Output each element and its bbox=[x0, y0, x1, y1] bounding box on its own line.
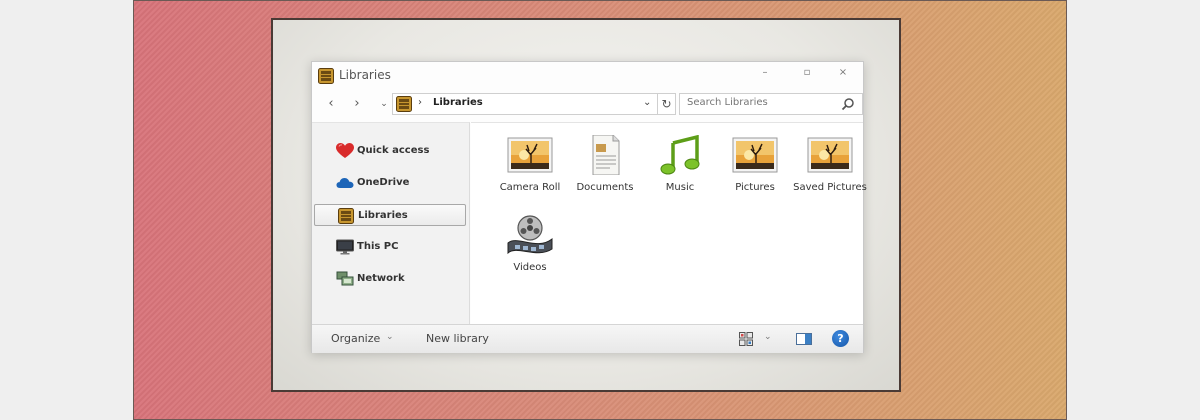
search-input[interactable] bbox=[687, 97, 837, 108]
library-icon bbox=[396, 96, 412, 112]
sidebar-item-label: This PC bbox=[357, 241, 399, 252]
file-view: Camera Roll Documents Music Pictures Sav… bbox=[471, 122, 867, 324]
sidebar-item-libraries[interactable]: Libraries bbox=[314, 204, 466, 226]
sidebar-item-quick-access[interactable]: Quick access bbox=[314, 140, 466, 162]
network-icon bbox=[336, 271, 354, 286]
chevron-down-icon[interactable]: ⌄ bbox=[386, 332, 394, 342]
library-tile-pictures[interactable]: Pictures bbox=[717, 125, 787, 195]
library-label: Camera Roll bbox=[499, 182, 561, 193]
music-note-icon bbox=[660, 135, 700, 175]
breadcrumb-libraries[interactable]: Libraries bbox=[433, 97, 483, 108]
picture-icon bbox=[732, 137, 778, 173]
new-library-button[interactable]: New library bbox=[426, 332, 489, 345]
refresh-button[interactable]: ↻ bbox=[658, 93, 676, 115]
heart-icon bbox=[336, 143, 354, 158]
library-tile-documents[interactable]: Documents bbox=[567, 125, 637, 195]
library-tile-music[interactable]: Music bbox=[642, 125, 712, 195]
film-reel-icon bbox=[507, 215, 553, 255]
library-tile-camera-roll[interactable]: Camera Roll bbox=[492, 125, 562, 195]
monitor-icon bbox=[336, 239, 354, 255]
navigation-pane: Quick access OneDrive Libraries This PC … bbox=[312, 122, 470, 324]
library-label: Saved Pictures bbox=[793, 182, 867, 193]
library-label: Music bbox=[665, 182, 695, 193]
help-icon[interactable]: ? bbox=[832, 330, 849, 347]
window-title: Libraries bbox=[339, 68, 391, 82]
library-label: Pictures bbox=[735, 182, 775, 193]
organize-button[interactable]: Organize bbox=[331, 332, 380, 345]
back-button[interactable]: ‹ bbox=[323, 96, 339, 112]
close-button[interactable]: × bbox=[830, 65, 856, 81]
cloud-icon bbox=[336, 178, 354, 188]
preview-pane-icon[interactable] bbox=[796, 333, 812, 345]
picture-icon bbox=[507, 137, 553, 173]
minimize-button[interactable]: – bbox=[752, 65, 778, 81]
library-label: Videos bbox=[513, 262, 547, 273]
library-label: Documents bbox=[576, 182, 634, 193]
forward-button[interactable]: › bbox=[349, 96, 365, 112]
search-icon[interactable] bbox=[841, 97, 855, 111]
navigation-bar: ‹ › ⌄ › Libraries ⌄ ↻ bbox=[312, 90, 863, 120]
library-tile-videos[interactable]: Videos bbox=[492, 205, 562, 275]
library-icon bbox=[338, 208, 354, 224]
sidebar-item-network[interactable]: Network bbox=[314, 268, 466, 290]
sidebar-item-label: Network bbox=[357, 273, 405, 284]
sidebar-item-this-pc[interactable]: This PC bbox=[314, 236, 466, 258]
search-box[interactable] bbox=[679, 93, 863, 115]
breadcrumb-separator[interactable]: › bbox=[418, 97, 422, 108]
document-icon bbox=[592, 135, 620, 175]
change-view-icon[interactable] bbox=[739, 332, 753, 346]
sidebar-item-label: Quick access bbox=[357, 145, 430, 156]
picture-icon bbox=[807, 137, 853, 173]
library-icon bbox=[318, 68, 334, 84]
library-tile-saved-pictures[interactable]: Saved Pictures bbox=[792, 125, 867, 195]
sidebar-item-label: Libraries bbox=[358, 210, 408, 221]
title-bar[interactable]: Libraries – ▫ × bbox=[312, 62, 863, 88]
chevron-down-icon[interactable]: ⌄ bbox=[764, 332, 772, 342]
sidebar-item-label: OneDrive bbox=[357, 177, 410, 188]
command-bar: Organize ⌄ New library ⌄ ? bbox=[312, 324, 863, 353]
address-dropdown-button[interactable]: ⌄ bbox=[643, 97, 651, 108]
explorer-window: Libraries – ▫ × ‹ › ⌄ › Libraries ⌄ ↻ Se… bbox=[311, 61, 867, 353]
recent-locations-button[interactable]: ⌄ bbox=[376, 96, 392, 112]
maximize-button[interactable]: ▫ bbox=[794, 65, 820, 81]
address-bar[interactable]: › Libraries ⌄ bbox=[392, 93, 658, 115]
sidebar-item-onedrive[interactable]: OneDrive bbox=[314, 172, 466, 194]
